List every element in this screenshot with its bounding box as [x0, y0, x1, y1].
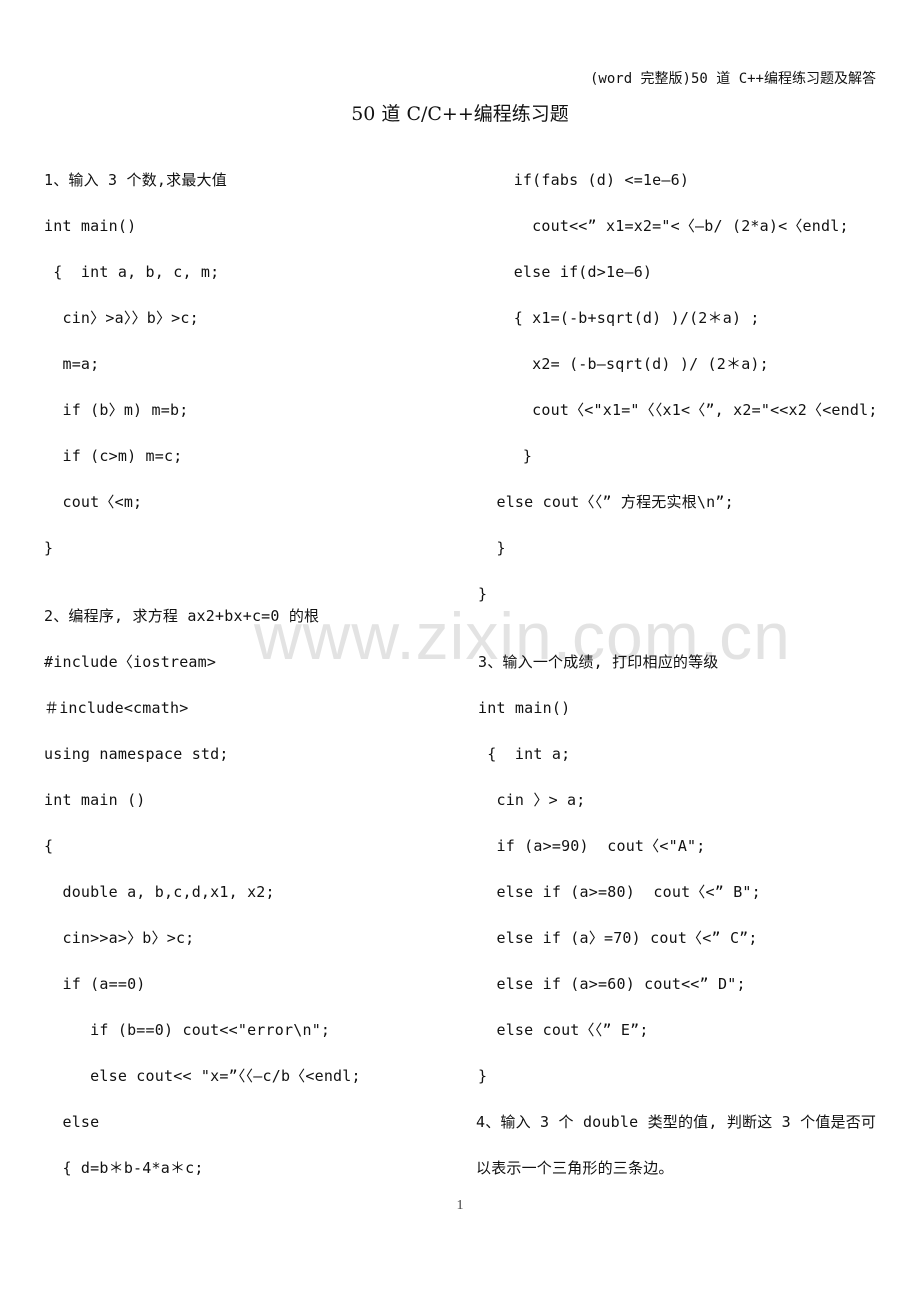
code-line: if (c>m) m=c; — [44, 447, 183, 465]
code-line: cout〈<m; — [44, 493, 143, 511]
page-number: 1 — [456, 1198, 464, 1213]
code-line: { x1=(-b+sqrt(d) )/(2＊a) ; — [486, 309, 760, 327]
code-line: cin 〉> a; — [478, 791, 586, 809]
code-line: if (b〉m) m=b; — [44, 401, 189, 419]
code-line: cout〈<"x1="〈〈x1<〈”, x2="<<x2〈<endl; — [486, 401, 878, 419]
code-line: } — [44, 539, 54, 557]
code-line: } — [478, 1067, 488, 1085]
code-line: { — [44, 837, 54, 855]
code-line: int main () — [44, 791, 146, 809]
code-line: if (a>=90) cout〈<"A"; — [478, 837, 706, 855]
code-line: #include〈iostream> — [44, 653, 217, 671]
exercise-2-heading: 2、编程序, 求方程 ax2+bx+c=0 的根 — [44, 607, 320, 625]
code-line: else if (a>=60) cout<<” D"; — [478, 975, 746, 993]
code-line: using namespace std; — [44, 745, 229, 763]
code-line: cout<<” x1=x2="<〈—b/ (2*a)<〈endl; — [486, 217, 849, 235]
code-line: if(fabs (d) <=1e—6) — [486, 171, 690, 189]
exercise-4-heading-continued: 以表示一个三角形的三条边。 — [476, 1159, 674, 1177]
code-line: else cout<< "x=”〈〈—c/b〈<endl; — [44, 1067, 361, 1085]
code-line: int main() — [478, 699, 571, 717]
code-line: else cout〈〈” E”; — [478, 1021, 649, 1039]
code-line: x2= (-b—sqrt(d) )/ (2＊a); — [486, 355, 769, 373]
code-line: } — [486, 447, 533, 465]
code-line: cin>>a>〉b〉>c; — [44, 929, 195, 947]
code-line: ＃include<cmath> — [44, 699, 189, 717]
code-line: else cout〈〈” 方程无实根\n”; — [478, 493, 734, 511]
exercise-1-heading: 1、输入 3 个数,求最大值 — [44, 171, 227, 189]
document-title: 50 道 C/C++编程练习题 — [351, 103, 569, 125]
code-line: } — [478, 539, 506, 557]
code-line: { int a, b, c, m; — [44, 263, 220, 281]
code-line: int main() — [44, 217, 137, 235]
code-line: else — [44, 1113, 100, 1131]
code-line: else if(d>1e—6) — [486, 263, 653, 281]
exercise-3-heading: 3、输入一个成绩, 打印相应的等级 — [478, 653, 719, 671]
code-line: { int a; — [478, 745, 571, 763]
code-line: else if (a〉=70) cout〈<” C”; — [478, 929, 758, 947]
exercise-4-heading: 4、输入 3 个 double 类型的值, 判断这 3 个值是否可 — [476, 1113, 877, 1131]
code-line: double a, b,c,d,x1, x2; — [44, 883, 275, 901]
code-line: else if (a>=80) cout〈<” B"; — [478, 883, 761, 901]
code-line: { d=b＊b-4*a＊c; — [44, 1159, 204, 1177]
code-line: cin〉>a〉〉b〉>c; — [44, 309, 199, 327]
code-line: m=a; — [44, 355, 100, 373]
code-line: if (a==0) — [44, 975, 146, 993]
code-line: if (b==0) cout<<"error\n"; — [44, 1021, 331, 1039]
header-note: (word 完整版)50 道 C++编程练习题及解答 — [589, 71, 876, 87]
code-line: } — [478, 585, 488, 603]
